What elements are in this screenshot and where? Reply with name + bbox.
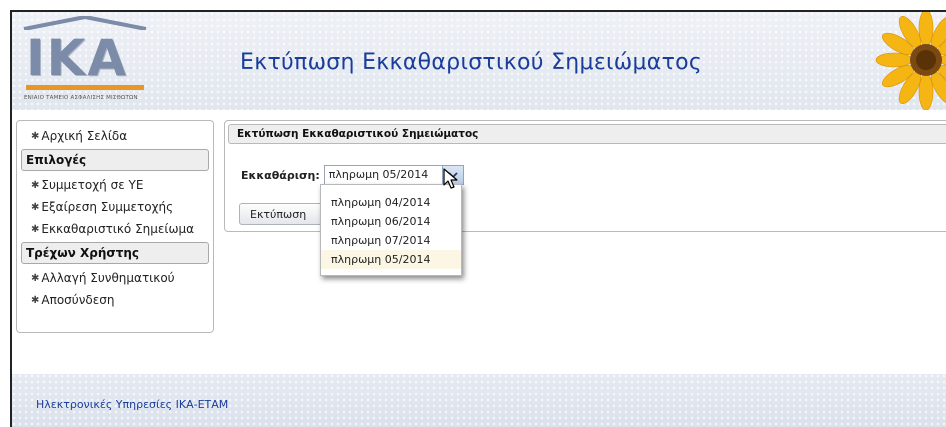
sidebar-item-logout[interactable]: ✱ Αποσύνδεση xyxy=(21,289,209,311)
app-window: ΙΚΑ ΕΝΙΑΙΟ ΤΑΜΕΙΟ ΑΣΦΑΛΙΣΗΣ ΜΙΣΘΩΤΩΝ Εκτ… xyxy=(10,10,946,427)
logo-bar xyxy=(26,85,144,90)
dropdown-option[interactable]: πληρωμη 04/2014 xyxy=(321,193,461,212)
sidebar-item-change-password[interactable]: ✱ Αλλαγή Συνθηματικού xyxy=(21,267,209,289)
footer-text: Ηλεκτρονικές Υπηρεσίες ΙΚΑ-ΕΤΑΜ xyxy=(36,398,229,411)
sunflower-icon xyxy=(875,12,946,110)
gear-icon: ✱ xyxy=(31,294,40,306)
logo-subtitle: ΕΝΙΑΙΟ ΤΑΜΕΙΟ ΑΣΦΑΛΙΣΗΣ ΜΙΣΘΩΤΩΝ xyxy=(24,95,138,101)
mouse-cursor-icon xyxy=(443,168,458,189)
page-footer: Ηλεκτρονικές Υπηρεσίες ΙΚΑ-ΕΤΑΜ xyxy=(12,374,946,427)
sidebar-item-label: Αλλαγή Συνθηματικού xyxy=(41,271,175,285)
gear-icon: ✱ xyxy=(31,223,40,235)
page-title: Εκτύπωση Εκκαθαριστικού Σημειώματος xyxy=(240,50,703,75)
gear-icon: ✱ xyxy=(31,179,40,191)
dropdown-option-selected[interactable]: πληρωμη 05/2014 xyxy=(321,250,461,269)
logo-roof-icon xyxy=(23,16,147,30)
sidebar-section-options: Επιλογές xyxy=(21,149,209,171)
gear-icon: ✱ xyxy=(31,130,40,142)
gear-icon: ✱ xyxy=(31,201,40,213)
sidebar-item-statement[interactable]: ✱ Εκκαθαριστικό Σημείωμα xyxy=(21,218,209,240)
sidebar-item-home[interactable]: ✱ Αρχική Σελίδα xyxy=(21,125,209,147)
panel-title: Εκτύπωση Εκκαθαριστικού Σημειώματος xyxy=(228,124,946,144)
sidebar-section-user: Τρέχων Χρήστης xyxy=(21,242,209,264)
sidebar-item-label: Εξαίρεση Συμμετοχής xyxy=(41,200,174,214)
ika-logo: ΙΚΑ ΕΝΙΑΙΟ ΤΑΜΕΙΟ ΑΣΦΑΛΙΣΗΣ ΜΙΣΘΩΤΩΝ xyxy=(20,16,150,108)
page-header: ΙΚΑ ΕΝΙΑΙΟ ΤΑΜΕΙΟ ΑΣΦΑΛΙΣΗΣ ΜΙΣΘΩΤΩΝ Εκτ… xyxy=(12,12,946,110)
gear-icon: ✱ xyxy=(31,272,40,284)
settlement-dropdown-list: πληρωμη 04/2014 πληρωμη 06/2014 πληρωμη … xyxy=(320,184,462,276)
settlement-label: Εκκαθάριση: xyxy=(241,168,320,182)
sidebar-item-label: Εκκαθαριστικό Σημείωμα xyxy=(41,222,195,236)
sidebar: ✱ Αρχική Σελίδα Επιλογές ✱ Συμμετοχή σε … xyxy=(16,120,214,333)
sidebar-item-label: Αρχική Σελίδα xyxy=(41,129,128,143)
sidebar-item-participation[interactable]: ✱ Συμμετοχή σε ΥΕ xyxy=(21,174,209,196)
sidebar-item-exemption[interactable]: ✱ Εξαίρεση Συμμετοχής xyxy=(21,196,209,218)
dropdown-option[interactable]: πληρωμη 06/2014 xyxy=(321,212,461,231)
sidebar-item-label: Αποσύνδεση xyxy=(41,293,115,307)
settlement-field-row: Εκκαθάριση: πληρωμη 05/2014 xyxy=(241,165,464,185)
sidebar-item-label: Συμμετοχή σε ΥΕ xyxy=(41,178,144,192)
settlement-select-value: πληρωμη 05/2014 xyxy=(328,168,429,181)
logo-text: ΙΚΑ xyxy=(26,29,129,87)
dropdown-option[interactable]: πληρωμη 07/2014 xyxy=(321,231,461,250)
